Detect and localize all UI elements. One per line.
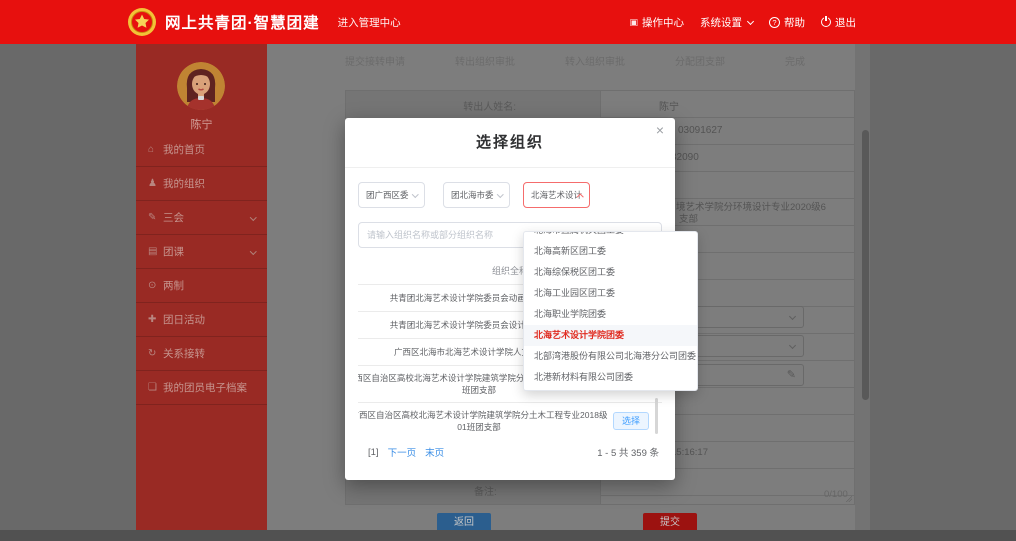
system-settings-menu[interactable]: 系统设置 (700, 15, 753, 30)
dropdown-option[interactable]: 北部湾港股份有限公司北海港分公司团委 (524, 346, 697, 367)
pick-button[interactable]: 选择 (613, 412, 649, 430)
sidebar-menu: ⌂ 我的首页 ♟ 我的组织 ✎ 三会 ▤ 团课 ⊙ 两制 (136, 133, 267, 405)
last-page-link[interactable]: 末页 (425, 445, 444, 459)
org-name-line: 广西区自治区高校北海艺术设计学院建筑学院分土木工程专业2018级 (358, 409, 607, 421)
logout-link[interactable]: 退出 (821, 15, 856, 30)
form-label-out-name: 转出人姓名: (463, 98, 516, 113)
dropdown-option[interactable]: 北海综保税区团工委 (524, 262, 697, 283)
league-day-icon: ✚ (148, 314, 163, 325)
site-title: 网上共青团·智慧团建 (165, 11, 320, 33)
sidebar-item[interactable]: ⊙ 两制 (136, 269, 267, 303)
pagination-summary: 1 - 5 共 359 条 (597, 445, 659, 459)
form-value-time: 15:16:17 (671, 447, 708, 458)
form-value-id: 03091627 (678, 125, 723, 136)
city-select[interactable]: 团北海市委 (443, 182, 510, 208)
avatar (177, 62, 225, 110)
chevron-down-icon (250, 214, 256, 220)
sidebar-item[interactable]: ▤ 团课 (136, 235, 267, 269)
league-emblem-logo (127, 7, 157, 37)
dropdown-option[interactable]: 北海艺术设计学院团委 (524, 325, 697, 346)
edit-pencil-icon: ✎ (787, 368, 796, 381)
sidebar-username: 陈宁 (136, 116, 267, 132)
table-row[interactable]: 广西区自治区高校北海艺术设计学院建筑学院分土木工程专业2018级01班团支部 选… (358, 403, 662, 437)
help-link[interactable]: ? 帮助 (769, 15, 805, 30)
sidebar: 陈宁 ⌂ 我的首页 ♟ 我的组织 ✎ 三会 ▤ 团课 (136, 44, 267, 541)
sidebar-item[interactable]: ↻ 关系接转 (136, 337, 267, 371)
step-label: 提交接转申请 (345, 53, 405, 68)
form-value-org-line2: 支部 (679, 211, 698, 225)
archive-icon: ❏ (148, 382, 163, 393)
sidebar-item[interactable]: ⌂ 我的首页 (136, 133, 267, 167)
next-page-link[interactable]: 下一页 (388, 445, 417, 459)
step-label: 分配团支部 (675, 53, 725, 68)
page-number[interactable]: [1] (368, 447, 379, 458)
organization-select-active[interactable]: 北海艺术设计 (523, 182, 590, 208)
divider (345, 167, 675, 168)
courses-icon: ▤ (148, 246, 163, 257)
step-label: 转出组织审批 (455, 53, 515, 68)
form-label-note: 备注: (474, 483, 497, 498)
organization-dropdown-panel: 北海市直属机关团工委北海高新区团工委北海综保税区团工委北海工业园区团工委北海职业… (523, 231, 698, 391)
sidebar-item[interactable]: ✎ 三会 (136, 201, 267, 235)
sidebar-item[interactable]: ✚ 团日活动 (136, 303, 267, 337)
org-name-line: 01班团支部 (457, 421, 500, 433)
chevron-down-icon (789, 313, 796, 320)
two-systems-icon: ⊙ (148, 280, 163, 291)
form-value-org-line1: 境艺术学院分环境设计专业2020级6 (676, 199, 826, 213)
transfer-icon: ↻ (148, 348, 163, 359)
header-nav: ▣ 操作中心 系统设置 ? 帮助 退出 (629, 15, 856, 30)
home-icon: ⌂ (148, 144, 163, 155)
chevron-down-icon (747, 17, 754, 24)
org-name-line: 班团支部 (462, 384, 496, 396)
resize-handle-icon (845, 495, 852, 502)
monitor-icon: ▣ (629, 17, 638, 28)
dropdown-option[interactable]: 北海高新区团工委 (524, 241, 697, 262)
form-value-name: 陈宁 (659, 98, 679, 113)
sidebar-item[interactable]: ♟ 我的组织 (136, 167, 267, 201)
chevron-down-icon (497, 191, 503, 197)
modal-title: 选择组织 (345, 131, 675, 152)
step-label: 转入组织审批 (565, 53, 625, 68)
dropdown-option[interactable]: 北海市直属机关团工委 (524, 231, 697, 241)
list-scrollbar-thumb[interactable] (655, 398, 658, 434)
bottom-bar (0, 530, 1016, 541)
chevron-down-icon (789, 342, 796, 349)
chevron-down-icon (412, 191, 418, 197)
page-scrollbar-thumb[interactable] (862, 130, 869, 400)
dropdown-option[interactable]: 北海城市建设投资发展有限公司团委 (524, 388, 697, 391)
dropdown-option[interactable]: 北海工业园区团工委 (524, 283, 697, 304)
dropdown-option[interactable]: 北海职业学院团委 (524, 304, 697, 325)
dropdown-option[interactable]: 北港新材料有限公司团委 (524, 367, 697, 388)
pagination: [1] 下一页 末页 1 - 5 共 359 条 (368, 444, 659, 460)
enter-admin-center-link[interactable]: 进入管理中心 (338, 15, 401, 30)
top-header-bar: 网上共青团·智慧团建 进入管理中心 ▣ 操作中心 系统设置 ? 帮助 退出 (0, 0, 1016, 44)
organization-icon: ♟ (148, 178, 163, 189)
help-icon: ? (769, 17, 780, 28)
step-label: 完成 (785, 53, 805, 68)
sidebar-item[interactable]: ❏ 我的团员电子档案 (136, 371, 267, 405)
chevron-down-icon (250, 248, 256, 254)
form-value-code: 32090 (671, 152, 699, 163)
operation-center-link[interactable]: ▣ 操作中心 (629, 15, 684, 30)
power-icon (821, 17, 831, 27)
page-scrollbar-track[interactable] (855, 44, 870, 541)
province-select[interactable]: 团广西区委 (358, 182, 425, 208)
meetings-icon: ✎ (148, 212, 163, 223)
